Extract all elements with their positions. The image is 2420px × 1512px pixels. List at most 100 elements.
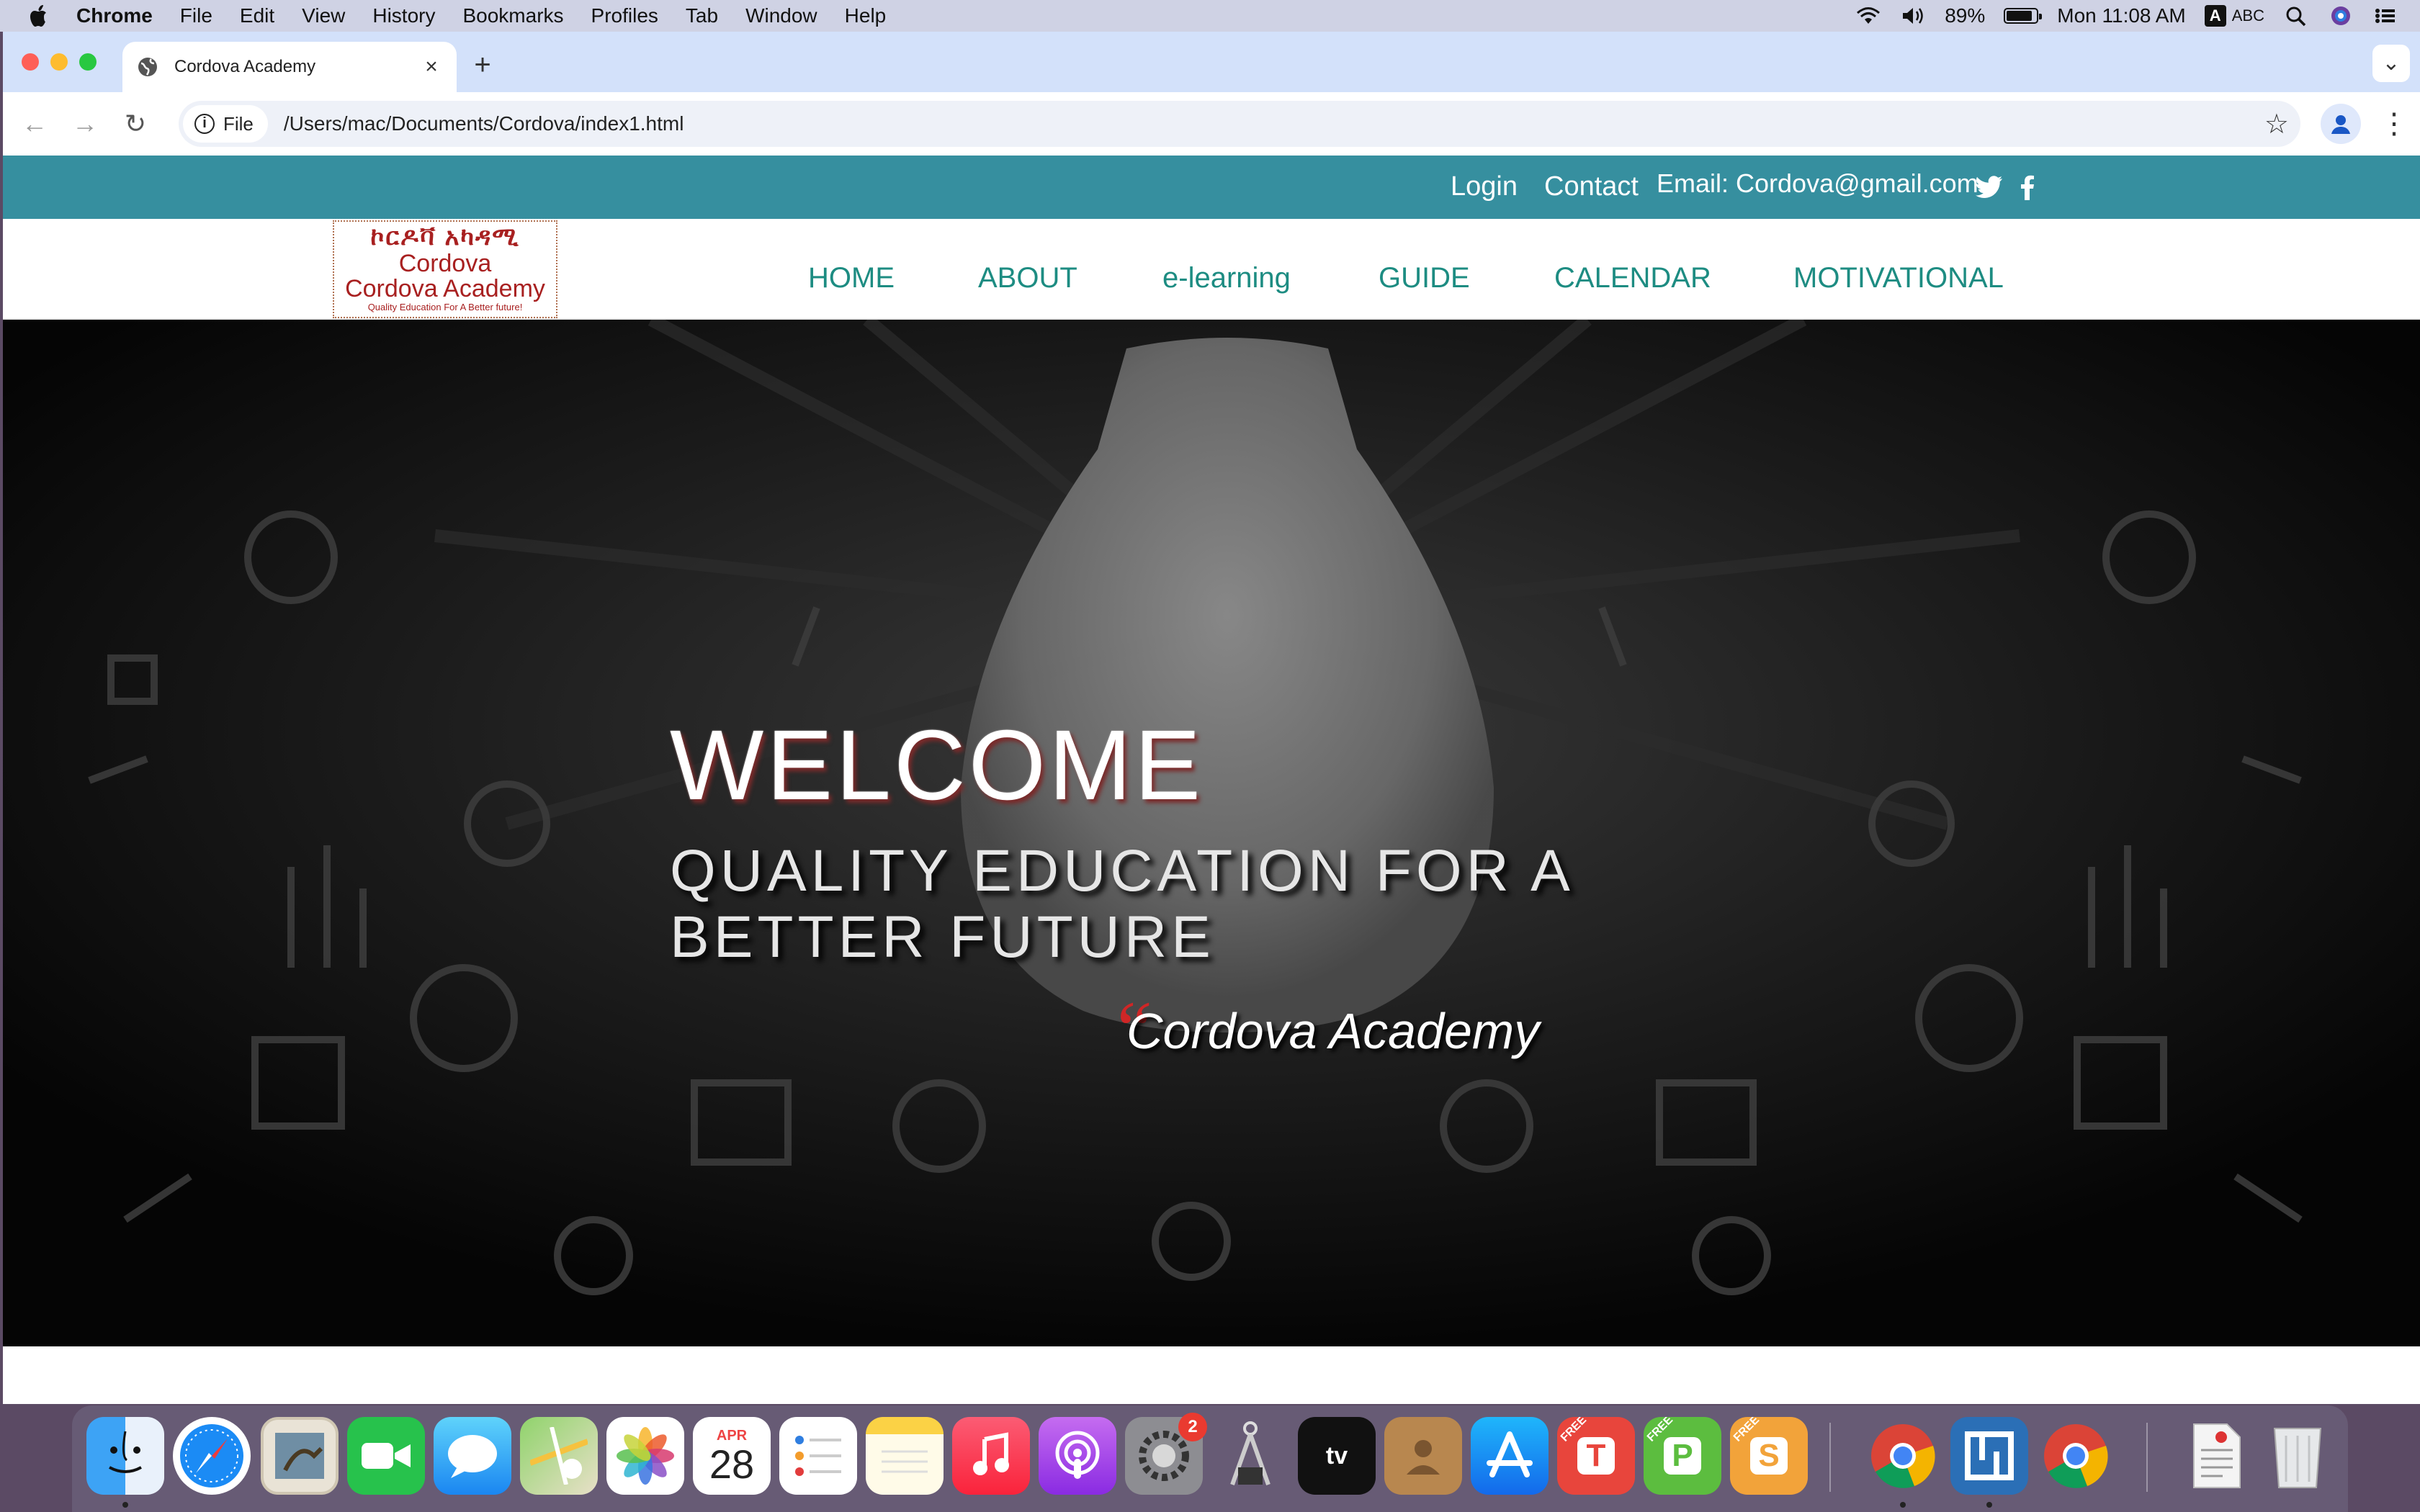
wrap-running-dot bbox=[1986, 1502, 1992, 1508]
apple-tv-icon[interactable]: tv bbox=[1298, 1417, 1376, 1495]
apple-logo-icon[interactable] bbox=[29, 4, 50, 28]
tab-search-chevron-down-icon[interactable]: ⌄ bbox=[2372, 45, 2410, 82]
close-window-button[interactable] bbox=[22, 53, 39, 71]
macos-menu-bar: Chrome File Edit View History Bookmarks … bbox=[0, 0, 2420, 32]
forward-arrow-icon[interactable]: → bbox=[65, 104, 105, 144]
site-info-chip[interactable]: i File bbox=[183, 105, 268, 143]
contact-link[interactable]: Contact bbox=[1544, 171, 1639, 202]
minimize-window-button[interactable] bbox=[50, 53, 68, 71]
logo-line-1: Cordova bbox=[398, 250, 492, 277]
trash-icon[interactable] bbox=[2259, 1417, 2336, 1495]
hero-tagline-line-2: BETTER FUTURE bbox=[670, 904, 1215, 970]
preview-icon[interactable] bbox=[261, 1417, 339, 1495]
menu-window[interactable]: Window bbox=[745, 4, 817, 27]
address-bar[interactable]: i File /Users/mac/Documents/Cordova/inde… bbox=[179, 101, 2300, 147]
app-store-icon[interactable] bbox=[1471, 1417, 1549, 1495]
hero-banner: WELCOME QUALITY EDUCATION FOR A BETTER F… bbox=[3, 320, 2420, 1346]
calendar-day: 28 bbox=[709, 1441, 755, 1487]
menu-app-name[interactable]: Chrome bbox=[76, 4, 153, 27]
nav-calendar[interactable]: CALENDAR bbox=[1554, 262, 1711, 294]
maps-icon[interactable] bbox=[520, 1417, 598, 1495]
input-source-label: ABC bbox=[2231, 6, 2264, 24]
login-link[interactable]: Login bbox=[1451, 171, 1518, 202]
toolbox-s-icon[interactable]: FREE S bbox=[1730, 1417, 1808, 1495]
nav-home[interactable]: HOME bbox=[808, 262, 895, 294]
reminders-icon[interactable] bbox=[779, 1417, 857, 1495]
nav-about[interactable]: ABOUT bbox=[978, 262, 1077, 294]
chrome-icon[interactable] bbox=[1864, 1417, 1942, 1495]
close-tab-icon[interactable]: × bbox=[419, 55, 444, 79]
more-menu-icon[interactable]: ⋮ bbox=[2380, 104, 2408, 144]
url-text[interactable]: /Users/mac/Documents/Cordova/index1.html bbox=[284, 112, 684, 135]
menu-history[interactable]: History bbox=[372, 4, 435, 27]
finder-icon[interactable] bbox=[86, 1417, 164, 1495]
music-icon[interactable] bbox=[952, 1417, 1030, 1495]
nav-guide[interactable]: GUIDE bbox=[1379, 262, 1470, 294]
hero-tagline-line-1: QUALITY EDUCATION FOR A bbox=[670, 838, 1574, 904]
scheme-label: File bbox=[223, 112, 254, 135]
wrap-app-icon[interactable] bbox=[1950, 1417, 2028, 1495]
zoom-window-button[interactable] bbox=[79, 53, 97, 71]
tab-title: Cordova Academy bbox=[174, 57, 316, 76]
bookmark-star-icon[interactable]: ☆ bbox=[2264, 108, 2289, 140]
input-source-icon[interactable]: A bbox=[2204, 5, 2226, 27]
tab-cordova-academy[interactable]: Cordova Academy × bbox=[122, 42, 457, 92]
twitter-icon[interactable] bbox=[1975, 176, 2004, 200]
facetime-icon[interactable] bbox=[347, 1417, 425, 1495]
instruments-icon[interactable] bbox=[1211, 1417, 1289, 1495]
safari-icon[interactable] bbox=[173, 1417, 251, 1495]
menu-bookmarks[interactable]: Bookmarks bbox=[462, 4, 563, 27]
photos-icon[interactable] bbox=[606, 1417, 684, 1495]
hero-welcome-heading: WELCOME bbox=[670, 710, 1204, 821]
menu-tab[interactable]: Tab bbox=[686, 4, 718, 27]
main-navigation: ኮርዶቫ አካዳሚ Cordova Cordova Academy Qualit… bbox=[3, 219, 2420, 320]
system-settings-icon[interactable]: 2 bbox=[1125, 1413, 1207, 1495]
profile-avatar-icon[interactable] bbox=[2321, 104, 2361, 144]
menu-profiles[interactable]: Profiles bbox=[591, 4, 658, 27]
menubar-clock[interactable]: Mon 11:08 AM bbox=[2057, 4, 2185, 27]
back-arrow-icon[interactable]: ← bbox=[14, 104, 55, 144]
siri-icon[interactable] bbox=[2328, 5, 2354, 27]
notes-icon[interactable] bbox=[866, 1417, 944, 1495]
cordova-academy-logo[interactable]: ኮርዶቫ አካዳሚ Cordova Cordova Academy Qualit… bbox=[333, 220, 557, 318]
reload-icon[interactable]: ↻ bbox=[115, 104, 156, 144]
email-link[interactable]: Email: Cordova@gmail.com bbox=[1657, 168, 1978, 199]
tab-strip: Cordova Academy × + ⌄ bbox=[3, 32, 2420, 92]
calendar-icon[interactable]: APR 28 bbox=[693, 1417, 771, 1495]
browser-window: Cordova Academy × + ⌄ ← → ↻ i File /User… bbox=[3, 32, 2420, 1404]
podcasts-icon[interactable] bbox=[1039, 1417, 1116, 1495]
chrome-running-dot bbox=[1900, 1502, 1906, 1508]
facebook-icon[interactable] bbox=[2020, 174, 2035, 200]
volume-icon[interactable] bbox=[1900, 5, 1926, 27]
nav-e-learning[interactable]: e-learning bbox=[1162, 262, 1291, 294]
document-icon[interactable] bbox=[2178, 1417, 2256, 1495]
nav-motivational[interactable]: MOTIVATIONAL bbox=[1793, 262, 2004, 294]
logo-amharic-text: ኮርዶቫ አካዳሚ bbox=[370, 223, 520, 251]
spotlight-search-icon[interactable] bbox=[2283, 5, 2309, 27]
browser-toolbar: ← → ↻ i File /Users/mac/Documents/Cordov… bbox=[3, 92, 2420, 156]
chrome-secondary-icon[interactable] bbox=[2037, 1417, 2115, 1495]
hero-signature: Cordova Academy bbox=[1126, 1003, 1540, 1059]
toolbox-t-icon[interactable]: FREE T bbox=[1557, 1417, 1635, 1495]
battery-icon[interactable] bbox=[2004, 8, 2043, 24]
finder-running-dot bbox=[122, 1502, 128, 1508]
wifi-icon[interactable] bbox=[1855, 5, 1881, 27]
hero-tagline: QUALITY EDUCATION FOR A BETTER FUTURE bbox=[670, 838, 1606, 971]
dock-separator bbox=[1829, 1423, 1831, 1492]
battery-percent: 89% bbox=[1945, 4, 1986, 27]
logo-tagline: Quality Education For A Better future! bbox=[367, 302, 523, 312]
system-settings-badge: 2 bbox=[1178, 1413, 1207, 1441]
menu-view[interactable]: View bbox=[302, 4, 345, 27]
dock-separator-2 bbox=[2146, 1423, 2148, 1492]
menu-help[interactable]: Help bbox=[845, 4, 887, 27]
new-tab-button[interactable]: + bbox=[468, 49, 497, 81]
toolbox-p-icon[interactable]: FREE P bbox=[1644, 1417, 1721, 1495]
info-icon: i bbox=[194, 114, 215, 134]
menu-file[interactable]: File bbox=[180, 4, 212, 27]
messages-icon[interactable] bbox=[434, 1417, 511, 1495]
control-center-icon[interactable] bbox=[2372, 5, 2398, 27]
contacts-icon[interactable] bbox=[1384, 1417, 1462, 1495]
hero-background-image bbox=[3, 320, 2420, 1346]
menu-edit[interactable]: Edit bbox=[240, 4, 274, 27]
macos-dock: APR 28 2 tv FREE T FREE P FREE S bbox=[72, 1405, 2348, 1512]
